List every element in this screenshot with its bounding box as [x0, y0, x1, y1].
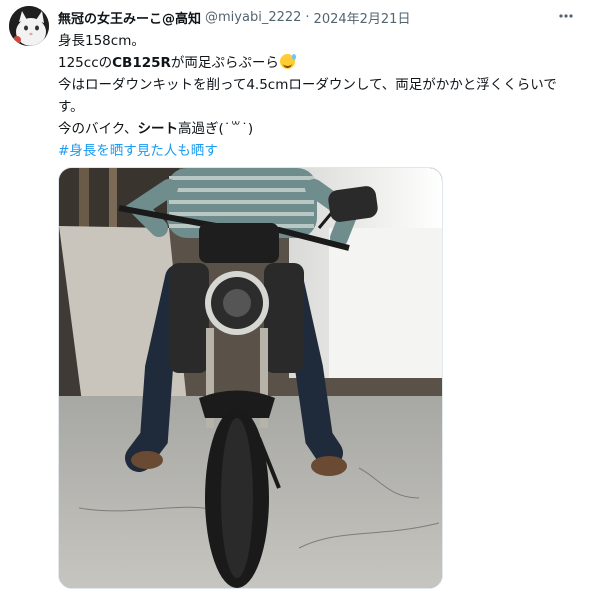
text-lowdown: 今はローダウンキットを削って4.5cmローダウンして、両足がかかと浮くくらいです… [58, 77, 557, 115]
text-bike-model: CB125R [112, 55, 171, 71]
text-height: 身長158cm。 [58, 33, 145, 49]
cat-avatar-icon [9, 6, 49, 46]
tweet-header: 無冠の女王みーこ@高知 @miyabi_2222 · 2024年2月21日 [58, 7, 570, 27]
separator-dot: · [305, 9, 310, 25]
text-line-4a: 今のバイク、 [58, 121, 138, 137]
display-name[interactable]: 無冠の女王みーこ@高知 [58, 8, 201, 27]
text-line-4: 今のバイク、シート高過ぎ(˙꒳˙) [58, 118, 578, 140]
text-line-3: 今はローダウンキットを削って4.5cmローダウンして、両足がかかと浮くくらいです… [58, 74, 578, 118]
avatar[interactable] [9, 6, 49, 46]
text-line-2c: が両足ぷらぷーら [170, 55, 279, 71]
more-options-button[interactable] [556, 6, 576, 26]
text-line-4c: 高過ぎ(˙꒳˙) [178, 121, 254, 137]
text-line-2a: 125ccの [58, 55, 113, 71]
motorcycle-photo [59, 168, 442, 588]
tweet-text: 身長158cm。 125ccのCB125Rが両足ぷらぷーら 今はローダウンキット… [58, 30, 578, 162]
tweet: 無冠の女王みーこ@高知 @miyabi_2222 · 2024年2月21日 身長… [0, 0, 590, 589]
sweat-smile-emoji [279, 54, 296, 69]
text-line-1: 身長158cm。 [58, 30, 578, 52]
user-handle[interactable]: @miyabi_2222 [205, 10, 301, 25]
text-line-2: 125ccのCB125Rが両足ぷらぷーら [58, 52, 578, 74]
tweet-photo[interactable] [58, 167, 443, 589]
text-seat: シート [137, 121, 179, 137]
more-horizontal-icon [559, 14, 573, 18]
hashtag-link[interactable]: #身長を晒す見た人も晒す [58, 143, 218, 159]
post-date[interactable]: 2024年2月21日 [314, 8, 411, 27]
text-line-5: #身長を晒す見た人も晒す [58, 140, 578, 162]
